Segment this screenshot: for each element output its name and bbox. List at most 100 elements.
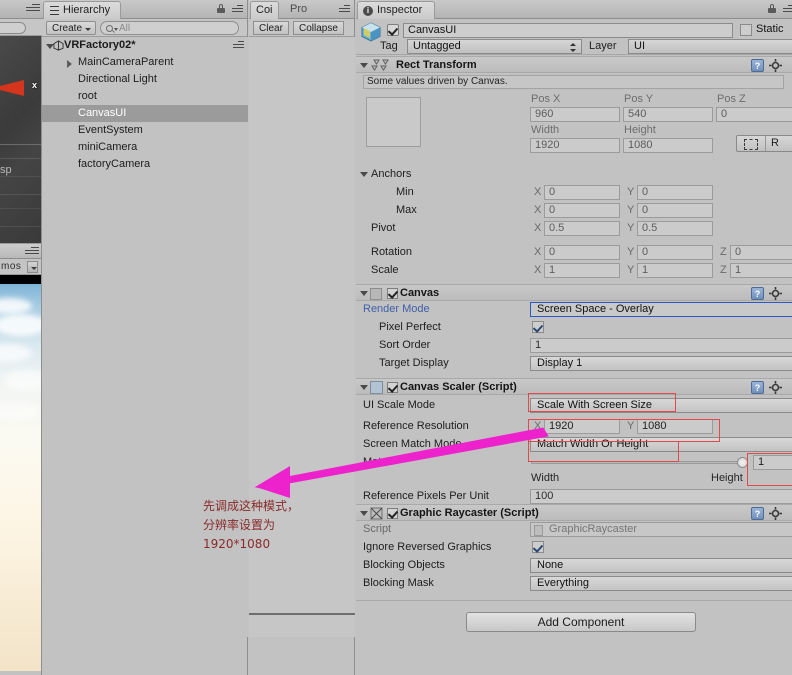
gear-icon[interactable]: [769, 507, 782, 520]
tab-console[interactable]: Coi: [250, 1, 279, 19]
collapse-button[interactable]: Collapse: [293, 21, 344, 35]
game-panel-menu-icon[interactable]: [25, 247, 39, 257]
gear-icon[interactable]: [769, 59, 782, 72]
gameobject-icon: [361, 22, 381, 42]
anchor-min-y-input[interactable]: 0: [637, 185, 713, 200]
graphic-raycaster-header[interactable]: Graphic Raycaster (Script) ?: [356, 504, 792, 521]
script-reference-field[interactable]: GraphicRaycaster: [530, 522, 792, 537]
rect-transform-header[interactable]: Rect Transform ?: [356, 56, 792, 73]
console-log-list[interactable]: [249, 37, 355, 637]
chevron-down-icon[interactable]: [360, 63, 368, 68]
canvas-icon: [370, 288, 382, 300]
console-splitter[interactable]: [249, 613, 355, 615]
blocking-mask-dropdown[interactable]: Everything: [530, 576, 792, 591]
anchors-row[interactable]: Anchors: [356, 166, 792, 184]
help-icon[interactable]: ?: [751, 381, 764, 394]
anchor-max-y-input[interactable]: 0: [637, 203, 713, 218]
clear-button[interactable]: Clear: [253, 21, 289, 35]
blueprint-raw-toggle[interactable]: R: [736, 135, 792, 152]
sort-order-input[interactable]: 1: [530, 338, 792, 353]
match-value-input[interactable]: 1: [753, 455, 792, 470]
blocking-objects-dropdown[interactable]: None: [530, 558, 792, 573]
hierarchy-item-root[interactable]: root: [42, 88, 248, 105]
hierarchy-item-minicamera[interactable]: miniCamera: [42, 139, 248, 156]
hierarchy-scene-root[interactable]: VRFactory02*: [42, 37, 248, 54]
reference-resolution-x-input[interactable]: 1920: [544, 419, 620, 434]
chevron-right-icon[interactable]: [67, 60, 72, 68]
gear-icon[interactable]: [769, 287, 782, 300]
static-checkbox[interactable]: [740, 24, 752, 36]
target-display-label: Target Display: [379, 357, 449, 369]
hierarchy-item-maincameraparent[interactable]: MainCameraParent: [42, 54, 248, 71]
hierarchy-item-factorycamera[interactable]: factoryCamera: [42, 156, 248, 173]
gameobject-active-checkbox[interactable]: [387, 24, 399, 36]
anchor-preset-widget[interactable]: [366, 97, 421, 147]
screen-match-mode-value: Match Width Or Height: [537, 438, 649, 450]
hierarchy-search-input[interactable]: All: [100, 21, 239, 35]
rotation-z-input[interactable]: 0: [730, 245, 792, 260]
rotation-y-input[interactable]: 0: [637, 245, 713, 260]
pos-x-input[interactable]: 960: [530, 107, 620, 122]
match-slider-knob[interactable]: [737, 457, 748, 468]
hierarchy-item-canvasui[interactable]: CanvasUI: [42, 105, 248, 122]
help-icon[interactable]: ?: [751, 59, 764, 72]
chevron-down-icon[interactable]: [360, 291, 368, 296]
width-input[interactable]: 1920: [530, 138, 620, 153]
pivot-x-input[interactable]: 0.5: [544, 221, 620, 236]
anchor-min-x-input[interactable]: 0: [544, 185, 620, 200]
game-viewport[interactable]: [0, 284, 41, 671]
create-button[interactable]: Create: [46, 21, 97, 35]
hierarchy-item-eventsystem[interactable]: EventSystem: [42, 122, 248, 139]
anchor-max-x-input[interactable]: 0: [544, 203, 620, 218]
chevron-down-icon[interactable]: [360, 172, 368, 177]
inspector-menu-icon[interactable]: [781, 5, 792, 14]
help-icon[interactable]: ?: [751, 287, 764, 300]
panel-menu-icon[interactable]: [26, 4, 40, 14]
match-slider-track[interactable]: [531, 461, 739, 464]
chevron-down-icon[interactable]: [360, 385, 368, 390]
render-mode-dropdown[interactable]: Screen Space - Overlay: [530, 302, 792, 317]
reference-resolution-y-input[interactable]: 1080: [637, 419, 713, 434]
scene-search-input[interactable]: [0, 22, 26, 34]
match-endpoints-row: Width Height: [356, 472, 792, 488]
ui-scale-mode-dropdown[interactable]: Scale With Screen Size: [530, 398, 792, 413]
hierarchy-tree[interactable]: VRFactory02* MainCameraParent Directiona…: [42, 37, 248, 637]
console-menu-icon[interactable]: [337, 5, 350, 14]
pos-y-input[interactable]: 540: [623, 107, 713, 122]
rotation-x-input[interactable]: 0: [544, 245, 620, 260]
gameobject-name-input[interactable]: CanvasUI: [403, 23, 733, 38]
canvas-enabled-checkbox[interactable]: [387, 288, 398, 299]
canvas-scaler-enabled-checkbox[interactable]: [387, 382, 398, 393]
add-component-button[interactable]: Add Component: [466, 612, 696, 632]
scale-x-input[interactable]: 1: [544, 263, 620, 278]
pos-z-input[interactable]: 0: [716, 107, 792, 122]
lock-icon[interactable]: [217, 4, 225, 13]
tag-dropdown[interactable]: Untagged: [407, 39, 582, 54]
reference-ppu-input[interactable]: 100: [530, 489, 792, 504]
chevron-down-icon[interactable]: [360, 511, 368, 516]
help-icon[interactable]: ?: [751, 507, 764, 520]
pivot-y-input[interactable]: 0.5: [637, 221, 713, 236]
hierarchy-menu-icon[interactable]: [230, 5, 243, 14]
inspector-lock-icon[interactable]: [768, 4, 776, 13]
scale-y-input[interactable]: 1: [637, 263, 713, 278]
gizmos-dropdown[interactable]: [27, 261, 38, 273]
scene-viewport[interactable]: x sp: [0, 36, 41, 243]
screen-match-mode-dropdown[interactable]: Match Width Or Height: [530, 437, 792, 452]
tab-project[interactable]: Pro: [285, 1, 312, 19]
ignore-reversed-checkbox[interactable]: [532, 541, 544, 553]
layer-dropdown[interactable]: UI: [628, 39, 792, 54]
tab-hierarchy[interactable]: Hierarchy: [43, 1, 122, 19]
hierarchy-item-directional-light[interactable]: Directional Light: [42, 71, 248, 88]
tab-inspector[interactable]: i Inspector: [357, 1, 436, 19]
canvas-header[interactable]: Canvas ?: [356, 284, 792, 301]
graphic-raycaster-enabled-checkbox[interactable]: [387, 508, 398, 519]
search-filter-chevron-icon[interactable]: [114, 28, 118, 31]
pixel-perfect-checkbox[interactable]: [532, 321, 544, 333]
height-input[interactable]: 1080: [623, 138, 713, 153]
canvas-scaler-header[interactable]: Canvas Scaler (Script) ?: [356, 378, 792, 395]
gear-icon[interactable]: [769, 381, 782, 394]
scale-z-input[interactable]: 1: [730, 263, 792, 278]
target-display-dropdown[interactable]: Display 1: [530, 356, 792, 371]
scene-row-menu-icon[interactable]: [231, 41, 244, 50]
